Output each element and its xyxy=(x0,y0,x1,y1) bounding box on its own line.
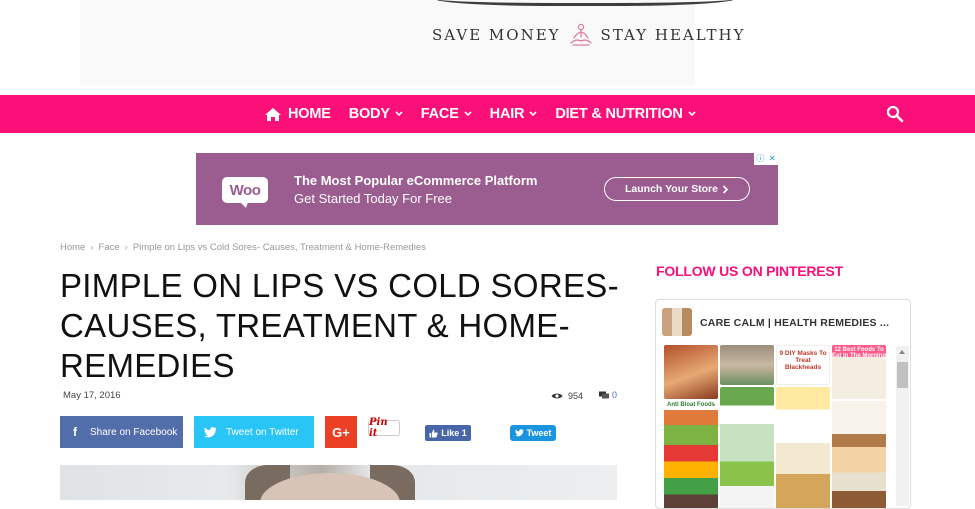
breadcrumb-face[interactable]: Face xyxy=(99,242,120,253)
share-twitter-button[interactable]: Tweet on Twitter xyxy=(194,416,314,448)
main-nav: HOME BODY FACE HAIR DIET & NUTRITION xyxy=(0,95,975,133)
pin-scrollbar[interactable] xyxy=(896,346,909,506)
nav-item-home[interactable]: HOME xyxy=(264,106,331,122)
tagline-right: STAY HEALTHY xyxy=(600,26,746,44)
nav-item-face[interactable]: FACE xyxy=(421,106,472,122)
twitter-icon xyxy=(514,429,524,437)
gplus-icon: G+ xyxy=(332,424,350,440)
chevron-down-icon xyxy=(529,111,537,117)
breadcrumb-current[interactable]: Pimple on Lips vs Cold Sores- Causes, Tr… xyxy=(133,242,426,253)
view-count-value: 954 xyxy=(568,391,584,401)
nav-item-diet-nutrition[interactable]: DIET & NUTRITION xyxy=(555,106,696,122)
pin-grid: 9 DIY Masks To Treat Blackheads 12 Best … xyxy=(663,344,888,508)
ad-banner[interactable]: Woo The Most Popular eCommerce Platform … xyxy=(196,153,778,225)
site-header: SAVE MONEY STAY HEALTHY xyxy=(80,0,744,86)
ad-logo: Woo xyxy=(222,177,268,208)
facebook-like-button[interactable]: Like 1 xyxy=(425,425,471,441)
pin-it-label: Pin it xyxy=(369,417,388,439)
site-logo[interactable] xyxy=(435,0,735,6)
close-icon[interactable]: ✕ xyxy=(769,155,776,163)
meditation-icon xyxy=(569,23,592,46)
pinterest-avatar[interactable] xyxy=(662,308,692,336)
share-facebook-label: Share on Facebook xyxy=(90,426,178,438)
nav-label-home: HOME xyxy=(288,106,331,122)
twitter-icon xyxy=(194,426,226,438)
pin-thumbnail[interactable] xyxy=(776,387,830,508)
home-icon xyxy=(265,107,281,121)
ad-headline: The Most Popular eCommerce Platform xyxy=(294,173,538,188)
share-gplus-button[interactable]: G+ xyxy=(325,416,357,448)
nav-item-hair[interactable]: HAIR xyxy=(490,106,538,122)
nav-label-hair: HAIR xyxy=(489,106,525,122)
view-count: 954 xyxy=(551,391,583,401)
ad-cta-label: Launch Your Store xyxy=(625,183,718,195)
site-tagline: SAVE MONEY STAY HEALTHY xyxy=(432,23,746,47)
article-title: PIMPLE ON LIPS VS COLD SORES- CAUSES, TR… xyxy=(60,267,619,384)
ad-cta-button[interactable]: Launch Your Store xyxy=(604,177,750,201)
tagline-left: SAVE MONEY xyxy=(432,26,561,44)
info-icon[interactable]: ⓘ xyxy=(756,155,764,163)
pin-thumbnail[interactable]: 12 Best Foods To Eat In The Morning xyxy=(832,345,886,399)
comment-count-value: 0 xyxy=(612,390,618,400)
nav-label-face: FACE xyxy=(420,106,459,122)
pin-thumbnail[interactable] xyxy=(832,401,886,508)
ad-choices[interactable]: ⓘ ✕ xyxy=(754,153,778,165)
breadcrumb-separator: › xyxy=(90,242,94,253)
ad-subtext: Get Started Today For Free xyxy=(294,191,452,206)
pinterest-widget: CARE CALM | HEALTH REMEDIES ... 9 DIY Ma… xyxy=(655,299,911,509)
pinterest-profile-name[interactable]: CARE CALM | HEALTH REMEDIES ... xyxy=(700,317,889,329)
pin-thumbnail[interactable] xyxy=(720,387,774,508)
breadcrumb-home[interactable]: Home xyxy=(60,242,85,253)
pinterest-pin-button[interactable]: Pin it xyxy=(368,417,400,439)
article-date: May 17, 2016 xyxy=(63,390,121,401)
tweet-label: Tweet xyxy=(526,428,552,438)
comment-icon xyxy=(599,391,609,399)
thumbs-up-icon xyxy=(429,429,438,437)
chevron-down-icon xyxy=(464,111,472,117)
share-twitter-label: Tweet on Twitter xyxy=(226,426,299,438)
chevron-down-icon xyxy=(395,111,403,117)
nav-item-body[interactable]: BODY xyxy=(349,106,403,122)
breadcrumb-separator: › xyxy=(124,242,128,253)
search-icon[interactable] xyxy=(886,105,904,123)
pinterest-heading: FOLLOW US ON PINTEREST xyxy=(656,263,843,279)
breadcrumb: Home › Face › Pimple on Lips vs Cold Sor… xyxy=(60,242,426,253)
pin-thumbnail[interactable]: Anti Bloat Foods xyxy=(664,401,718,508)
share-facebook-button[interactable]: f Share on Facebook xyxy=(60,416,183,448)
nav-label-body: BODY xyxy=(348,106,390,122)
tweet-button[interactable]: Tweet xyxy=(510,425,556,441)
eye-icon xyxy=(551,393,563,399)
like-label: Like 1 xyxy=(441,428,467,438)
pin-title: 9 DIY Masks To Treat Blackheads xyxy=(779,350,827,371)
pin-title: 12 Best Foods To Eat In The Morning xyxy=(832,347,886,359)
scrollbar-thumb[interactable] xyxy=(897,362,908,388)
article-featured-image xyxy=(60,465,617,500)
pin-thumbnail[interactable] xyxy=(664,345,718,399)
chevron-right-icon xyxy=(722,184,729,194)
pin-thumbnail[interactable] xyxy=(720,345,774,385)
comment-count[interactable]: 0 xyxy=(599,390,617,400)
chevron-down-icon xyxy=(688,111,696,117)
nav-label-diet-nutrition: DIET & NUTRITION xyxy=(555,106,683,122)
pin-title: Anti Bloat Foods xyxy=(667,402,715,408)
pin-thumbnail[interactable]: 9 DIY Masks To Treat Blackheads xyxy=(776,345,830,385)
facebook-icon: f xyxy=(73,425,77,439)
